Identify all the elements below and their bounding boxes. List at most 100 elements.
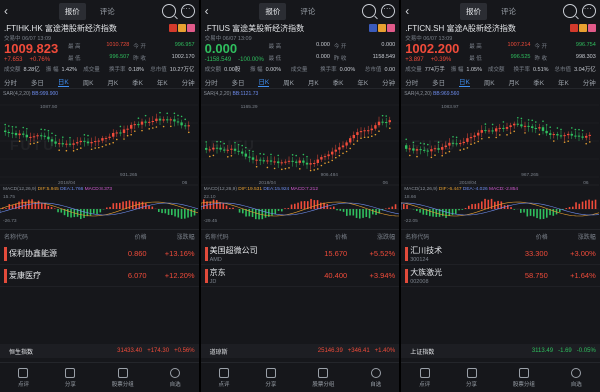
- period-tab[interactable]: 分时: [205, 77, 218, 87]
- nav-group[interactable]: 股票分组: [112, 367, 134, 388]
- period-tab[interactable]: 日K: [57, 76, 69, 87]
- nav-comment[interactable]: 点评: [219, 367, 230, 388]
- period-tab[interactable]: 日K: [459, 76, 470, 87]
- period-tab[interactable]: 日K: [258, 76, 270, 87]
- col-price[interactable]: 价格: [307, 232, 347, 241]
- nav-group[interactable]: 股票分组: [513, 367, 535, 388]
- stock-code-row: 002008: [410, 279, 506, 285]
- search-icon[interactable]: [161, 4, 176, 18]
- list-item[interactable]: 京东 JD 40.400 +3.94%: [200, 265, 400, 287]
- stats-grid: 最 高 0.000 今 开 0.000 最 低 0.000 昨 收 1158.549: [269, 42, 396, 65]
- period-tab[interactable]: 季K: [533, 77, 544, 87]
- list-item[interactable]: 爱康医疗 6.070 +12.20%: [0, 265, 199, 287]
- list-item[interactable]: 保利协鑫能源 0.860 +13.16%: [0, 243, 199, 265]
- back-arrow-icon[interactable]: ‹: [205, 5, 219, 17]
- period-tab[interactable]: 月K: [509, 77, 520, 87]
- more-icon[interactable]: ···: [381, 4, 396, 18]
- sar-dot: [101, 145, 104, 148]
- nav-group[interactable]: 股票分组: [312, 367, 335, 388]
- period-tab[interactable]: 分钟: [583, 77, 596, 87]
- list-item[interactable]: 汇川技术 300124 33.300 +3.00%: [401, 243, 600, 265]
- nav-share[interactable]: 分享: [65, 367, 76, 388]
- tab-quote[interactable]: 报价: [58, 2, 86, 20]
- candle-body: [348, 138, 351, 143]
- kline-chart[interactable]: FUTU SAR(4,2,20) BB:969.560 1083.97 967.…: [401, 89, 600, 227]
- stock-change: +3.00%: [570, 249, 596, 258]
- period-tab[interactable]: 分时: [405, 77, 418, 87]
- macd-bar: [391, 206, 393, 209]
- macd-bar: [565, 208, 568, 209]
- candle-body: [265, 160, 269, 162]
- candle-body: [341, 145, 344, 148]
- candle-body: [513, 123, 516, 126]
- sar-dot: [105, 144, 107, 146]
- col-change[interactable]: 涨跌幅: [347, 232, 395, 241]
- period-tab[interactable]: 季K: [333, 77, 344, 87]
- period-tab[interactable]: 年K: [157, 77, 168, 87]
- stat-label: 最 低: [68, 56, 81, 62]
- macd-bar: [542, 209, 545, 219]
- period-tab[interactable]: 分钟: [182, 77, 195, 87]
- nav-share[interactable]: 分享: [466, 367, 477, 388]
- nav-comment[interactable]: 点评: [18, 367, 29, 388]
- back-arrow-icon[interactable]: ‹: [405, 5, 419, 17]
- tab-quote[interactable]: 报价: [259, 2, 287, 20]
- period-tab[interactable]: 周K: [283, 77, 294, 87]
- index-ticker-bar[interactable]: 上证指数 3113.49 -1.69 -0.05%: [401, 344, 600, 358]
- nav-label: 股票分组: [312, 381, 335, 388]
- period-tab[interactable]: 季K: [132, 77, 143, 87]
- tab-comments[interactable]: 评论: [294, 3, 321, 20]
- period-tab[interactable]: 多日: [31, 77, 44, 87]
- kline-chart[interactable]: FUTU SAR(4,2,20) BB:999.900 1087.50 931.…: [0, 89, 199, 227]
- candle-body: [180, 122, 183, 126]
- stock-change: +5.52%: [369, 249, 396, 258]
- period-tab[interactable]: 分钟: [382, 77, 395, 87]
- sar-dot: [287, 167, 290, 169]
- more-icon[interactable]: ···: [581, 4, 596, 18]
- stock-price: 58.750: [524, 271, 548, 280]
- tab-comments[interactable]: 评论: [495, 3, 522, 20]
- index-ticker-bar[interactable]: 道琼斯 25146.39 +346.41 +1.40%: [200, 344, 400, 358]
- period-tab[interactable]: 年K: [357, 77, 368, 87]
- macd-bar: [303, 201, 305, 209]
- period-tab[interactable]: 多日: [232, 77, 245, 87]
- col-change[interactable]: 涨跌幅: [147, 232, 195, 241]
- back-arrow-icon[interactable]: ‹: [4, 5, 18, 17]
- macd-bar: [225, 205, 227, 209]
- macd-bar: [510, 207, 513, 209]
- more-icon[interactable]: ···: [180, 4, 195, 18]
- sar-dot: [545, 124, 548, 126]
- kline-chart[interactable]: FUTU SAR(4,2,20) BB:1121.73 1165.29 906.…: [200, 89, 400, 227]
- period-tab[interactable]: 多日: [432, 77, 445, 87]
- nav-share[interactable]: 分享: [265, 367, 276, 388]
- macd-bar: [89, 209, 92, 216]
- stat-item: 昨 收 1002.170: [133, 54, 194, 65]
- search-icon[interactable]: [362, 4, 377, 18]
- col-price[interactable]: 价格: [107, 232, 147, 241]
- macd-bar: [248, 209, 250, 217]
- tab-comments[interactable]: 评论: [94, 3, 121, 20]
- col-change[interactable]: 涨跌幅: [548, 232, 596, 241]
- period-tab[interactable]: 月K: [308, 77, 319, 87]
- period-tab[interactable]: 月K: [107, 77, 118, 87]
- sar-dot: [495, 136, 498, 139]
- period-tab[interactable]: 分时: [4, 77, 17, 87]
- col-price[interactable]: 价格: [508, 232, 548, 241]
- row-name-cell: 京东 JD: [210, 267, 306, 285]
- candle-body: [352, 134, 355, 139]
- macd-top-label: 18.66: [404, 195, 417, 200]
- index-ticker-bar[interactable]: 恒生指数 31433.40 +174.30 +0.56%: [0, 344, 199, 358]
- list-item[interactable]: 美国超微公司 AMD 15.670 +5.52%: [200, 243, 400, 265]
- sar-dot: [212, 154, 214, 157]
- nav-watchlist[interactable]: 自选: [170, 367, 181, 388]
- period-tab[interactable]: 周K: [83, 77, 94, 87]
- nav-watchlist[interactable]: 自选: [571, 367, 582, 388]
- list-item[interactable]: 大族激光 002008 58.750 +1.64%: [401, 265, 600, 287]
- nav-comment[interactable]: 点评: [419, 367, 430, 388]
- period-tab[interactable]: 年K: [558, 77, 569, 87]
- candle-body: [4, 130, 7, 133]
- tab-quote[interactable]: 报价: [459, 2, 487, 20]
- period-tab[interactable]: 周K: [484, 77, 495, 87]
- search-icon[interactable]: [562, 4, 577, 18]
- nav-watchlist[interactable]: 自选: [370, 367, 381, 388]
